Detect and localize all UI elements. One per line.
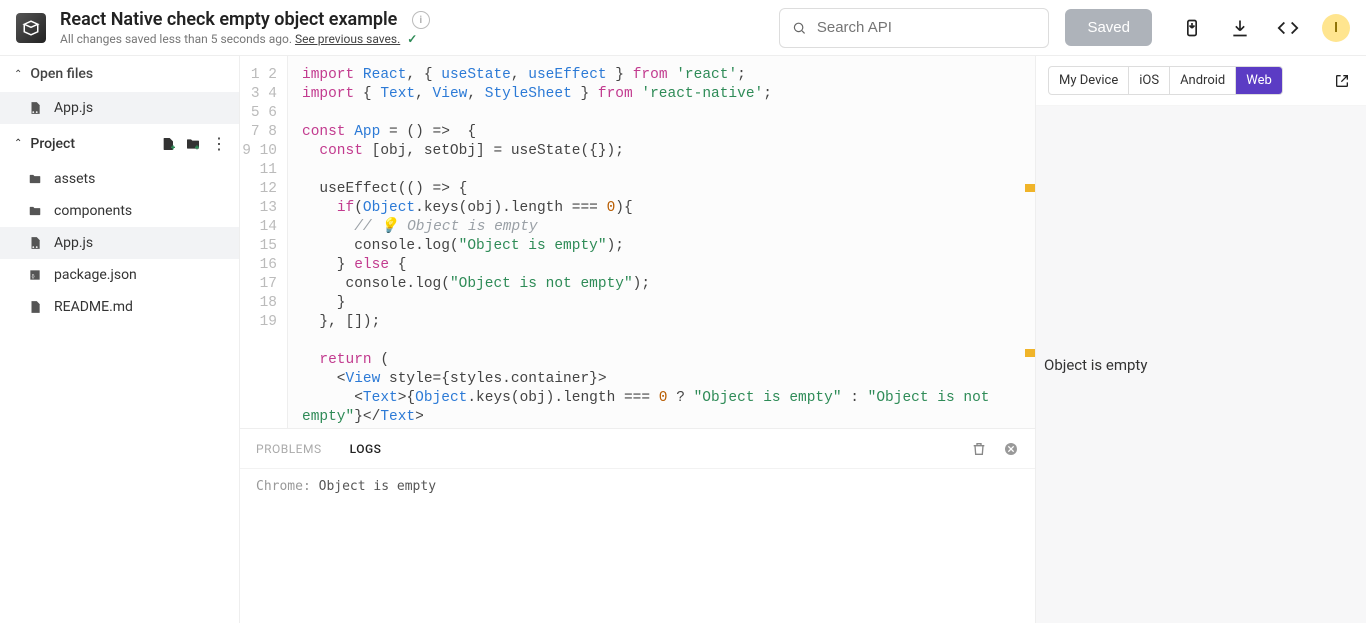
chevron-down-icon: ⌃ bbox=[14, 69, 22, 80]
file-icon: {} bbox=[28, 268, 44, 282]
warning-mark[interactable] bbox=[1025, 349, 1035, 357]
preview-pane: My DeviceiOSAndroidWeb Object is empty bbox=[1036, 56, 1366, 623]
avatar[interactable]: I bbox=[1322, 14, 1350, 42]
close-panel-icon[interactable] bbox=[1003, 441, 1019, 457]
chevron-down-icon: ⌃ bbox=[14, 138, 22, 149]
save-status-text: All changes saved less than 5 seconds ag… bbox=[60, 32, 295, 46]
save-status: All changes saved less than 5 seconds ag… bbox=[60, 32, 430, 46]
app-logo bbox=[16, 13, 46, 43]
platform-tabs: My DeviceiOSAndroidWeb bbox=[1048, 66, 1283, 95]
check-icon: ✓ bbox=[407, 32, 417, 46]
file-item-package-json[interactable]: {} package.json bbox=[0, 259, 239, 291]
platform-tab-android[interactable]: Android bbox=[1170, 67, 1236, 94]
panel-tab-problems[interactable]: PROBLEMS bbox=[256, 442, 322, 456]
folder-icon bbox=[28, 204, 44, 218]
folder-icon bbox=[28, 172, 44, 186]
file-icon bbox=[28, 300, 44, 314]
file-item-app-js[interactable]: App.js bbox=[0, 92, 239, 124]
preview-output: Object is empty bbox=[1036, 106, 1366, 623]
app-header: React Native check empty object example … bbox=[0, 0, 1366, 56]
saved-button[interactable]: Saved bbox=[1065, 9, 1152, 46]
panel-tab-logs[interactable]: LOGS bbox=[350, 442, 382, 456]
file-name: components bbox=[54, 203, 132, 219]
project-header[interactable]: ⌃ Project ⋮ bbox=[0, 124, 239, 163]
open-files-header[interactable]: ⌃ Open files bbox=[0, 56, 239, 92]
panel-tabs: PROBLEMS LOGS bbox=[240, 429, 1035, 469]
sidebar: ⌃ Open files App.js ⌃ Project ⋮ assets co… bbox=[0, 56, 240, 623]
project-title-text: React Native check empty object example bbox=[60, 9, 397, 30]
more-icon[interactable]: ⋮ bbox=[209, 134, 229, 153]
platform-tab-my-device[interactable]: My Device bbox=[1049, 67, 1129, 94]
bottom-panel: PROBLEMS LOGS Chrome: Object is empty bbox=[240, 428, 1035, 623]
code-content[interactable]: import React, { useState, useEffect } fr… bbox=[288, 56, 1035, 428]
file-item-components[interactable]: components bbox=[0, 195, 239, 227]
file-icon bbox=[28, 236, 44, 250]
info-icon[interactable]: i bbox=[412, 11, 430, 29]
gutter: 1 2 3 4 5 6 7 8 9 10 11 12 13 14 15 16 1… bbox=[240, 56, 288, 428]
warning-strip bbox=[1021, 56, 1035, 428]
file-item-app-js[interactable]: App.js bbox=[0, 227, 239, 259]
trash-icon[interactable] bbox=[971, 441, 987, 457]
search-box[interactable] bbox=[779, 8, 1049, 48]
logs-output: Chrome: Object is empty bbox=[240, 469, 1035, 623]
search-icon bbox=[792, 20, 806, 36]
file-icon bbox=[28, 101, 44, 115]
log-message: Object is empty bbox=[319, 479, 436, 494]
new-file-icon[interactable] bbox=[161, 136, 181, 152]
download-icon[interactable] bbox=[1228, 16, 1252, 40]
project-title: React Native check empty object example … bbox=[60, 9, 430, 30]
code-editor[interactable]: 1 2 3 4 5 6 7 8 9 10 11 12 13 14 15 16 1… bbox=[240, 56, 1035, 428]
open-files-label: Open files bbox=[30, 66, 93, 82]
platform-tab-ios[interactable]: iOS bbox=[1129, 67, 1170, 94]
popout-icon[interactable] bbox=[1330, 69, 1354, 93]
file-name: App.js bbox=[54, 235, 93, 251]
file-name: package.json bbox=[54, 267, 137, 283]
new-folder-icon[interactable] bbox=[185, 136, 205, 152]
platform-tab-web[interactable]: Web bbox=[1236, 67, 1282, 94]
file-item-readme-md[interactable]: README.md bbox=[0, 291, 239, 323]
warning-mark[interactable] bbox=[1025, 184, 1035, 192]
file-name: assets bbox=[54, 171, 95, 187]
file-item-assets[interactable]: assets bbox=[0, 163, 239, 195]
file-name: README.md bbox=[54, 299, 133, 315]
log-source: Chrome: bbox=[256, 479, 311, 494]
preview-text: Object is empty bbox=[1044, 356, 1147, 374]
search-input[interactable] bbox=[817, 19, 1037, 36]
previous-saves-link[interactable]: See previous saves. bbox=[295, 32, 400, 46]
embed-icon[interactable] bbox=[1276, 16, 1300, 40]
device-icon[interactable] bbox=[1180, 16, 1204, 40]
file-name: App.js bbox=[54, 100, 93, 116]
project-label: Project bbox=[30, 136, 157, 152]
